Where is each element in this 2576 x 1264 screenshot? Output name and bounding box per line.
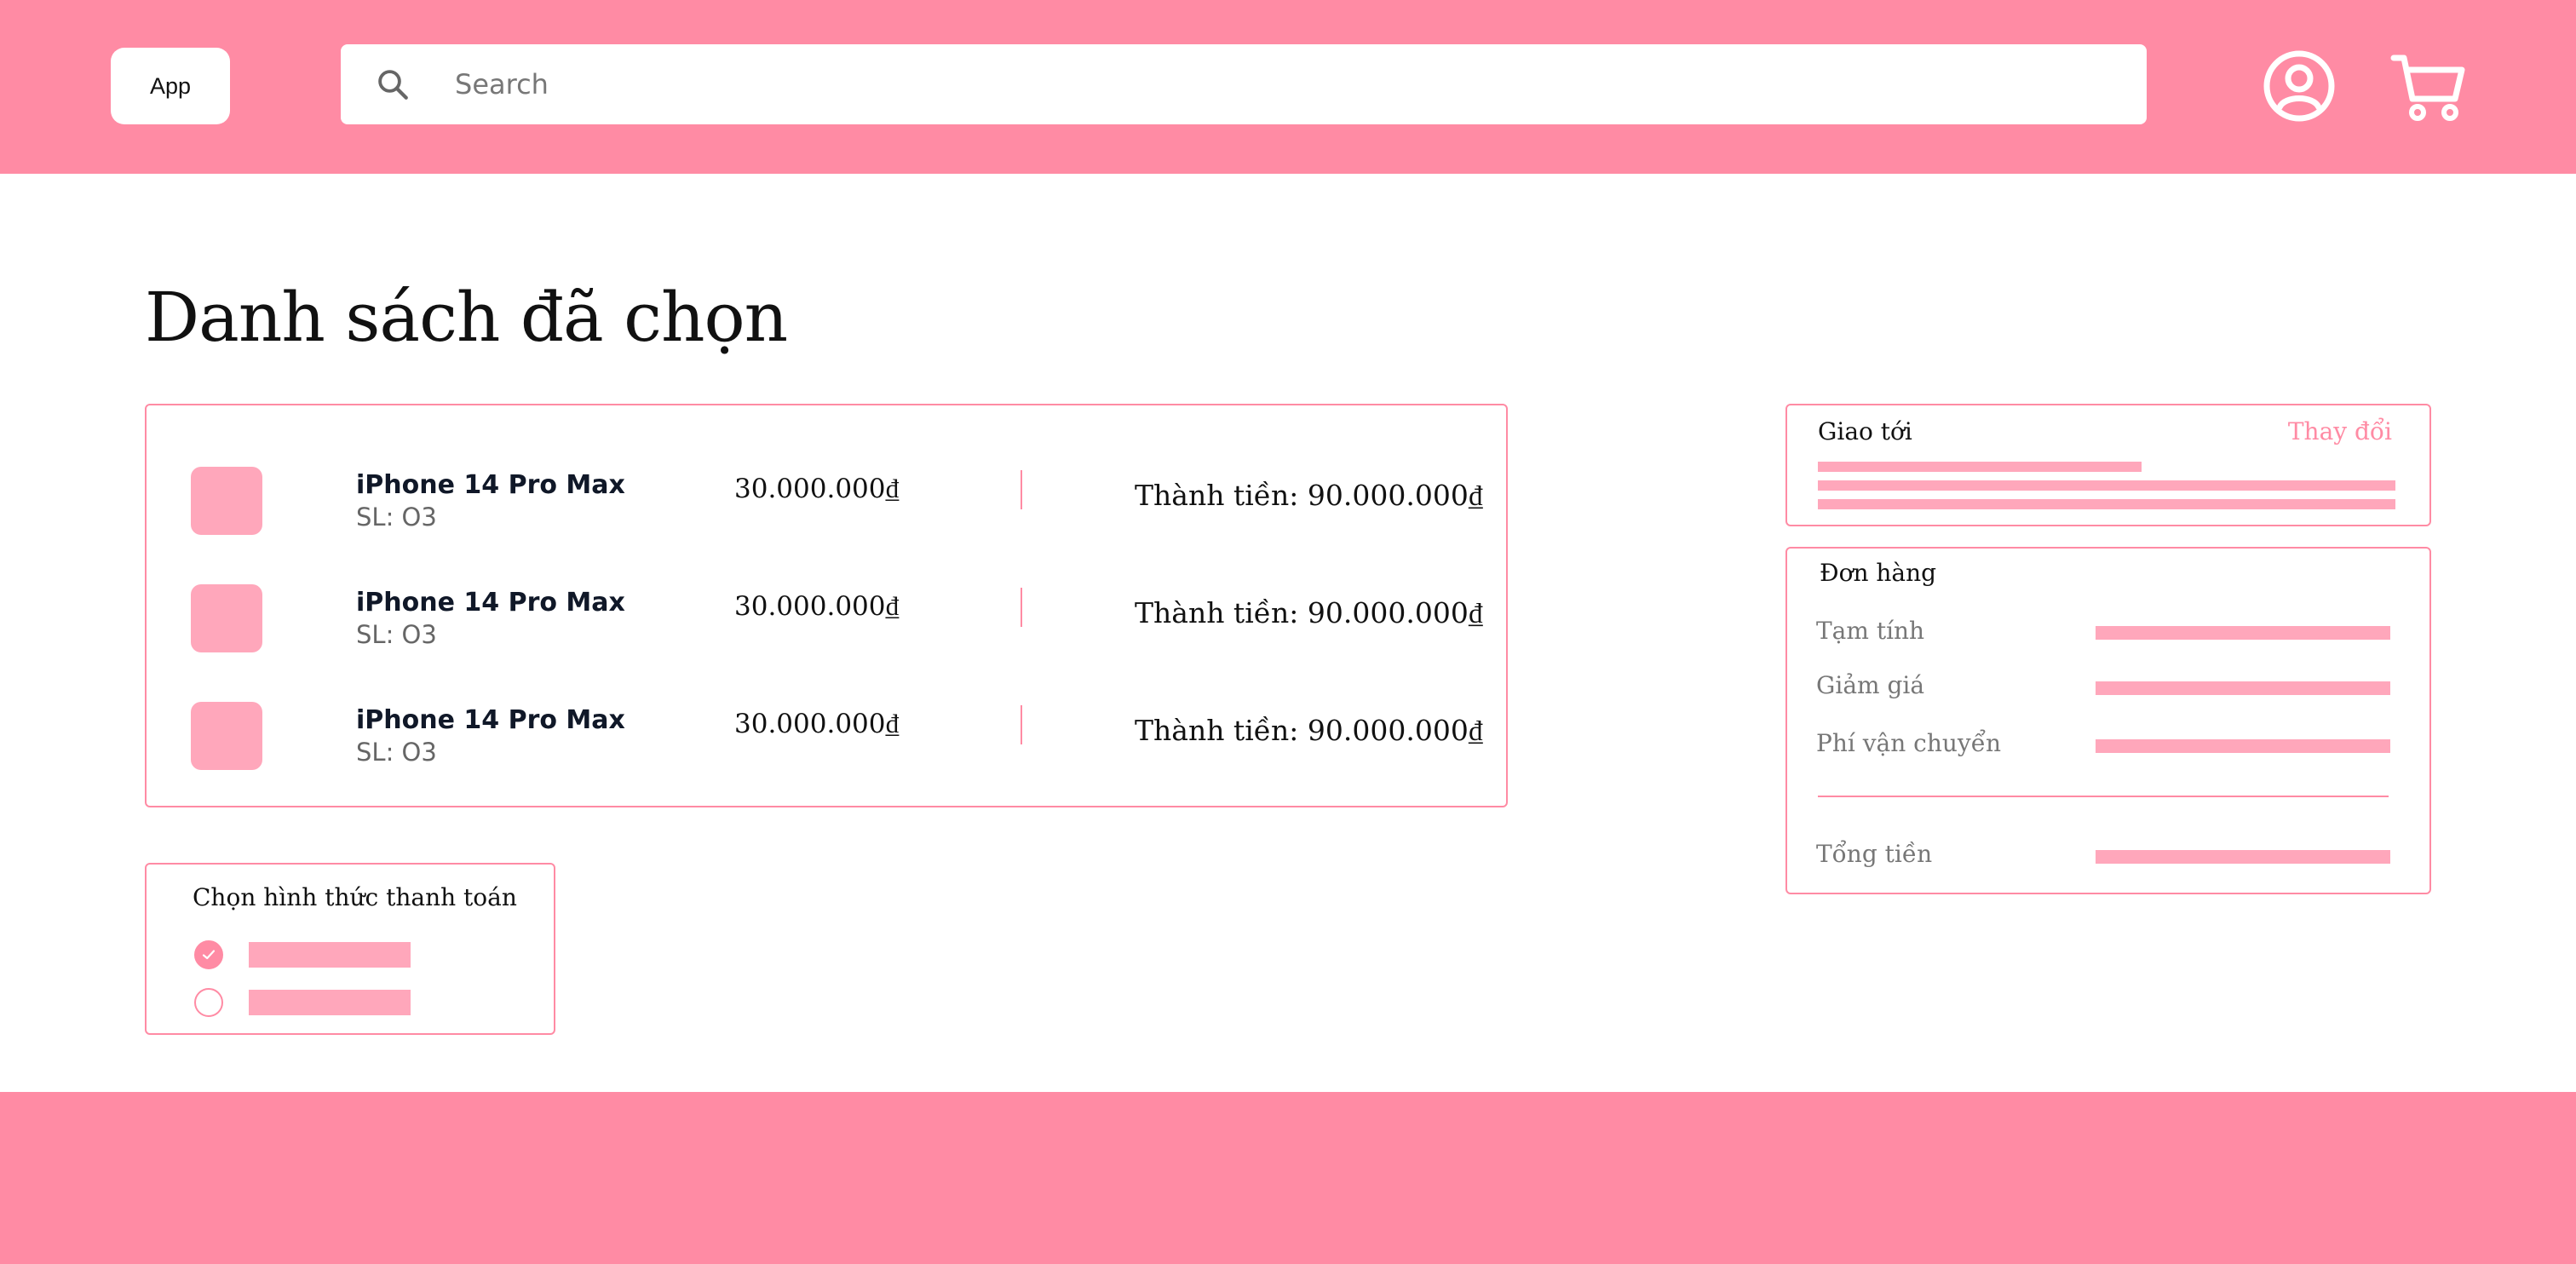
payment-method-panel: Chọn hình thức thanh toán (145, 863, 555, 1035)
cart-item-row[interactable]: iPhone 14 Pro Max SL: O3 30.000.000₫ Thà… (147, 693, 1506, 779)
order-summary-panel: Đơn hàng Tạm tính Giảm giá Phí vận chuyể… (1785, 547, 2431, 894)
shipping-fee-value-placeholder (2096, 739, 2390, 753)
address-line-placeholder (1818, 480, 2395, 491)
discount-value-placeholder (2096, 681, 2390, 695)
row-divider (1021, 470, 1022, 509)
product-quantity: SL: O3 (356, 620, 437, 649)
shipping-fee-label: Phí vận chuyển (1816, 729, 2001, 757)
total-label: Tổng tiền (1816, 840, 1933, 868)
order-summary-title: Đơn hàng (1820, 559, 1937, 587)
shopping-cart-icon[interactable] (2390, 51, 2467, 123)
check-icon (202, 950, 216, 960)
discount-label: Giảm giá (1816, 671, 1925, 699)
total-value-placeholder (2096, 850, 2390, 864)
product-name: iPhone 14 Pro Max (356, 705, 625, 735)
payment-option-radio-selected[interactable] (194, 940, 223, 969)
change-address-link[interactable]: Thay đổi (2288, 417, 2392, 445)
shipping-title: Giao tới (1818, 417, 1912, 445)
subtotal-value-placeholder (2096, 626, 2390, 640)
product-price: 30.000.000₫ (734, 474, 900, 504)
address-line-placeholder (1818, 499, 2395, 509)
line-total: Thành tiền: 90.000.000₫ (1135, 714, 1483, 747)
row-divider (1021, 705, 1022, 744)
payment-option-label-placeholder (249, 990, 411, 1015)
line-total: Thành tiền: 90.000.000₫ (1135, 479, 1483, 512)
app-logo[interactable]: App (111, 48, 230, 124)
address-line-placeholder (1818, 462, 2142, 472)
user-account-icon[interactable] (2261, 48, 2337, 124)
product-name: iPhone 14 Pro Max (356, 470, 625, 500)
row-divider (1021, 588, 1022, 627)
cart-item-row[interactable]: iPhone 14 Pro Max SL: O3 30.000.000₫ Thà… (147, 458, 1506, 543)
product-name: iPhone 14 Pro Max (356, 588, 625, 618)
product-price: 30.000.000₫ (734, 591, 900, 622)
product-quantity: SL: O3 (356, 738, 437, 767)
search-icon (378, 70, 408, 100)
payment-option-radio[interactable] (194, 988, 223, 1017)
payment-option-label-placeholder (249, 942, 411, 968)
search-input[interactable] (455, 44, 2107, 124)
product-thumbnail (191, 702, 262, 770)
line-total: Thành tiền: 90.000.000₫ (1135, 596, 1483, 629)
page-title: Danh sách đã chọn (145, 278, 788, 357)
payment-method-title: Chọn hình thức thanh toán (193, 883, 517, 911)
page-footer (0, 1092, 2576, 1264)
cart-item-row[interactable]: iPhone 14 Pro Max SL: O3 30.000.000₫ Thà… (147, 576, 1506, 661)
product-quantity: SL: O3 (356, 503, 437, 531)
product-thumbnail (191, 584, 262, 652)
product-thumbnail (191, 467, 262, 535)
selected-items-panel: iPhone 14 Pro Max SL: O3 30.000.000₫ Thà… (145, 404, 1508, 807)
top-header: App (0, 0, 2576, 174)
product-price: 30.000.000₫ (734, 709, 900, 739)
shipping-address-panel: Giao tới Thay đổi (1785, 404, 2431, 526)
search-bar[interactable] (341, 44, 2147, 124)
subtotal-label: Tạm tính (1816, 617, 1925, 645)
summary-divider (1818, 796, 2389, 797)
